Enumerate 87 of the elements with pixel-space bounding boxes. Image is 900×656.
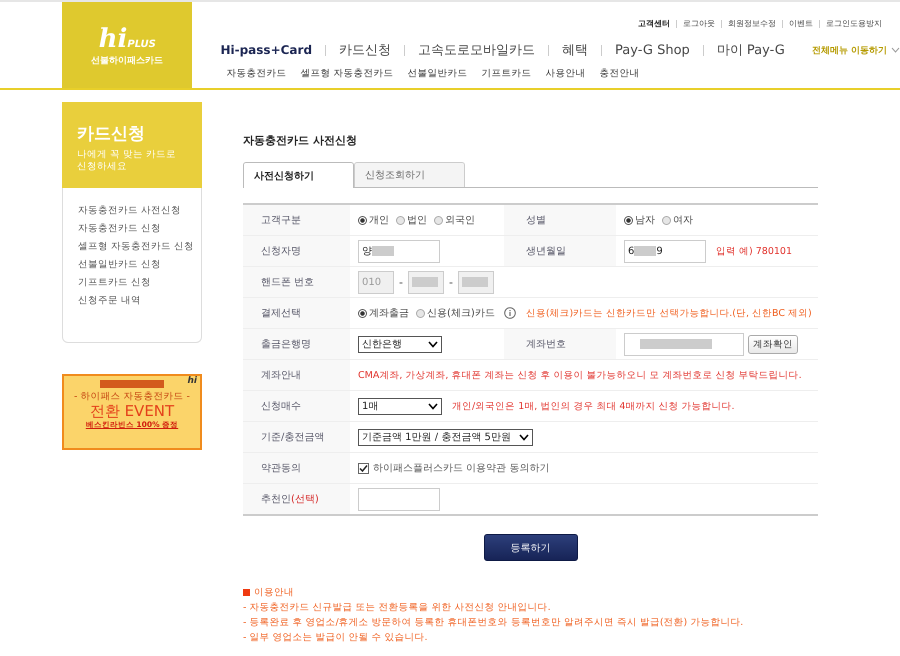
note-text: CMA계좌, 가상계좌, 휴대폰 계좌는 신청 후 이용이 불가능하오니 모 계좌번호로 신청 부탁드립니다. — [358, 368, 802, 382]
nav-tab[interactable]: 카드신청 — [326, 41, 404, 59]
sidebar-title: 카드신청 — [77, 123, 146, 145]
square-bullet-icon — [243, 589, 250, 596]
ribbon-drawing — [100, 380, 164, 388]
redacted-block — [372, 246, 394, 256]
input-field[interactable] — [624, 332, 744, 356]
dropdown[interactable]: 1매 — [358, 398, 442, 414]
field-label: 핸드폰 번호 — [243, 267, 350, 297]
logo-plus: PLUS — [127, 38, 156, 50]
subnav-link[interactable]: 선불일반카드 — [407, 67, 468, 80]
separator-dash: - — [448, 276, 453, 288]
notice-text: - 일부 영업소는 발급이 안될 수 있습니다. — [243, 631, 429, 645]
field-label: 기준/충전금액 — [243, 422, 350, 452]
notice-title: 이용안내 — [254, 586, 294, 600]
utility-link[interactable]: 이벤트 — [789, 18, 813, 29]
nav-tab[interactable]: 혜택 — [549, 41, 602, 59]
field-label: 계좌안내 — [243, 360, 350, 390]
radio-option[interactable]: 개인 — [358, 213, 389, 227]
sidebar-subtitle: 나에게 꼭 맞는 카드로 신청하세요 — [77, 149, 178, 173]
sidebar-item[interactable]: 신청주문 내역 — [78, 294, 201, 307]
subnav-link[interactable]: 사용안내 — [545, 67, 586, 80]
field-label: 계좌번호 — [504, 329, 616, 359]
field-label: 출금은행명 — [243, 329, 350, 359]
radio-option[interactable]: 신용(체크)카드 — [416, 306, 495, 320]
dropdown[interactable]: 신한은행 — [358, 336, 442, 352]
redacted-block — [462, 277, 488, 287]
logo-subtitle: 선불하이패스카드 — [91, 54, 164, 66]
page-title: 자동충전카드 사전신청 — [243, 133, 358, 148]
utility-link[interactable]: 고객센터 — [638, 18, 670, 29]
notice-text: - 자동충전카드 신규발급 또는 전환등록을 위한 사전신청 안내입니다. — [243, 601, 552, 615]
info-icon — [504, 307, 516, 319]
subnav-link[interactable]: 자동충전카드 — [226, 67, 286, 80]
tab[interactable]: 신청조회하기 — [354, 162, 465, 187]
field-label: 신청자명 — [243, 236, 350, 266]
sidebar-item[interactable]: 기프트카드 신청 — [78, 276, 201, 289]
sidebar-item[interactable]: 자동충전카드 신청 — [78, 222, 201, 235]
field-label: 성별 — [504, 205, 616, 235]
notice-text: - 등록완료 후 영업소/휴게소 방문하여 등록한 휴대폰번호와 등록번호만 알려주시면 즉시 발급(전환) 가능합니다. — [243, 616, 744, 630]
note-text: 신용(체크)카드는 신한카드만 선택가능합니다.(단, 신한BC 제외) — [526, 306, 812, 320]
redacted-block — [412, 277, 438, 287]
sidebar-item[interactable]: 셀프형 자동충전카드 신청 — [78, 240, 201, 253]
banner-title: 전환 EVENT — [90, 403, 174, 420]
field-label: 결제선택 — [243, 298, 350, 328]
banner-logo: hi — [188, 376, 197, 386]
utility-link[interactable]: 로그아웃 — [683, 18, 715, 29]
dropdown[interactable]: 기준금액 1만원 / 충전금액 5만원 — [358, 428, 533, 446]
field-label: 약관동의 — [243, 453, 350, 483]
field-label: 신청매수 — [243, 391, 350, 421]
tab[interactable]: 사전신청하기 — [243, 162, 354, 188]
radio-option[interactable]: 외국인 — [434, 213, 475, 227]
verify-button[interactable]: 계좌확인 — [748, 334, 798, 354]
subnav-link[interactable]: 충전안내 — [599, 67, 640, 80]
redacted-block — [634, 246, 656, 256]
input-field[interactable] — [358, 488, 440, 510]
note-text: 입력 예) 780101 — [716, 244, 792, 258]
nav-tab[interactable]: 마이 Pay-G — [704, 41, 798, 59]
note-text: 개인/외국인은 1매, 법인의 경우 최대 4매까지 신청 가능합니다. — [452, 400, 734, 412]
input-field[interactable]: 양 — [358, 240, 440, 262]
submit-button[interactable]: 등록하기 — [484, 534, 578, 561]
chevron-icon — [428, 402, 438, 410]
subnav-link[interactable]: 셀프형 자동충전카드 — [300, 67, 394, 80]
caret-icon — [891, 47, 900, 53]
nav-tab[interactable]: Hi-pass+Card — [220, 43, 326, 57]
nav-tab[interactable]: Pay-G Shop — [602, 42, 703, 58]
field-label: 고객구분 — [243, 205, 350, 235]
banner-subtitle: - 하이패스 자동충전카드 - — [74, 390, 190, 403]
redacted-block — [640, 339, 712, 349]
sidebar-item[interactable]: 선불일반카드 신청 — [78, 258, 201, 271]
field-label: 생년월일 — [504, 236, 616, 266]
subnav-link[interactable]: 기프트카드 — [481, 67, 532, 80]
chevron-icon — [518, 434, 529, 440]
field-label: 추천인(선택) — [243, 484, 350, 514]
utility-link[interactable]: 로그인도용방지 — [826, 18, 882, 29]
logo-mark: hi — [98, 24, 128, 54]
checkbox[interactable] — [358, 462, 369, 474]
nav-tab[interactable]: 고속도로모바일카드 — [405, 41, 548, 59]
radio-option[interactable]: 여자 — [662, 213, 693, 227]
input-field[interactable]: 6 9 — [624, 240, 706, 262]
chevron-icon — [428, 340, 438, 348]
utility-link[interactable]: 회원정보수정 — [728, 18, 776, 29]
sidebar-item[interactable]: 자동충전카드 사전신청 — [78, 204, 201, 217]
radio-option[interactable]: 계좌출금 — [358, 306, 409, 320]
separator-dash: - — [399, 276, 403, 288]
radio-option[interactable]: 법인 — [396, 213, 427, 227]
checkbox-label[interactable]: 하이패스플러스카드 이용약관 동의하기 — [373, 461, 550, 475]
radio-option[interactable]: 남자 — [624, 213, 655, 227]
